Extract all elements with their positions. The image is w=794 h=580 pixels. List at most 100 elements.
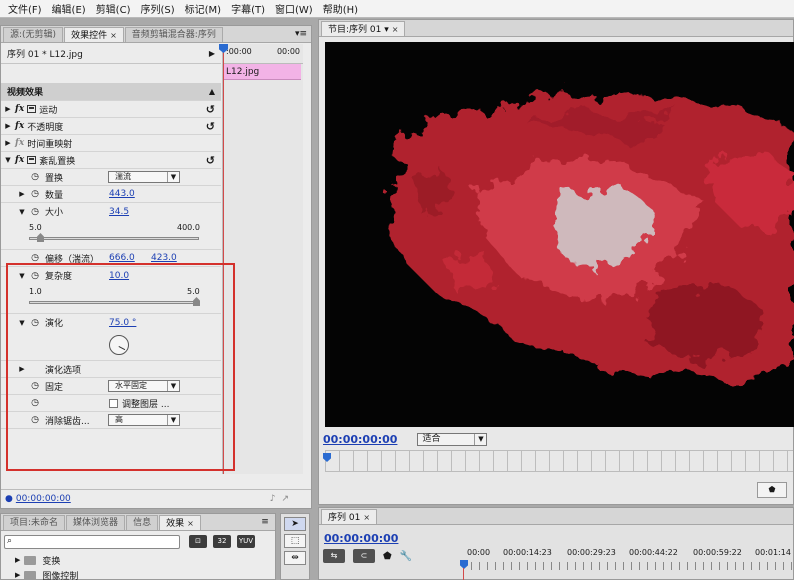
ripple-edit-tool-icon[interactable]: ⇹ (284, 551, 306, 565)
tab-media-browser[interactable]: 媒体浏览器 (66, 515, 126, 530)
effects-search-input[interactable]: ⌕ (4, 535, 180, 549)
stopwatch-icon[interactable]: ◷ (29, 253, 41, 263)
playhead-icon[interactable] (323, 453, 331, 462)
expand-triangle-icon[interactable]: ▶ (1, 105, 15, 113)
menu-sequence[interactable]: 序列(S) (135, 1, 179, 16)
zoom-fit-dropdown[interactable]: 适合 ▼ (417, 432, 488, 446)
collapse-triangle-icon[interactable]: ▼ (15, 319, 29, 327)
linked-selection-icon[interactable]: ⊂ (353, 549, 375, 563)
clip-bar[interactable]: L12.jpg (223, 64, 301, 80)
expand-triangle-icon[interactable]: ▶ (15, 365, 29, 373)
accelerated-effects-icon[interactable]: ⊡ (189, 535, 207, 548)
32bit-effects-icon[interactable]: 32 (213, 535, 231, 548)
sequence-time-ruler[interactable]: 00:00 00:00:14:23 00:00:29:23 00:00:44:2… (460, 548, 794, 580)
effect-timecode[interactable]: 00:00:00:00 (16, 494, 71, 504)
add-marker-icon[interactable]: ⬟ (383, 551, 392, 562)
program-time-ruler[interactable] (323, 450, 793, 472)
chevron-down-icon[interactable]: ▾ (384, 25, 389, 35)
displacement-dropdown[interactable]: 湍流 ▼ (108, 171, 180, 183)
video-preview[interactable] (325, 42, 794, 427)
stopwatch-icon[interactable]: ◷ (29, 381, 41, 391)
close-icon[interactable]: × (187, 519, 194, 528)
tab-effect-controls[interactable]: 效果控件 × (64, 27, 124, 42)
stopwatch-icon[interactable]: ◷ (29, 189, 41, 199)
stopwatch-icon[interactable]: ◷ (29, 398, 41, 408)
resize-layer-checkbox[interactable] (109, 398, 118, 408)
panel-menu-icon[interactable]: ≡ (255, 515, 275, 530)
fx-icon[interactable]: fx (15, 104, 24, 114)
offset-y-value[interactable]: 423.0 (151, 253, 177, 263)
close-icon[interactable]: × (110, 31, 117, 40)
stopwatch-icon[interactable]: ◷ (29, 172, 41, 182)
fx-icon[interactable]: fx (15, 155, 24, 165)
pinning-dropdown[interactable]: 水平固定 ▼ (108, 380, 180, 392)
fx-icon[interactable]: fx (15, 138, 24, 148)
footer-icons[interactable]: ♪↗ (270, 494, 295, 504)
size-slider-thumb[interactable] (37, 233, 44, 242)
effect-time-remap[interactable]: ▶ fx 时间重映射 (1, 135, 221, 152)
play-triangle-icon[interactable]: ▶ (209, 49, 215, 58)
folder-item-image-control[interactable]: ▶ 图像控制 (15, 568, 78, 580)
expand-triangle-icon[interactable]: ▶ (15, 571, 20, 579)
tab-audio-clip-mixer[interactable]: 音频剪辑混合器:序列 (124, 27, 223, 42)
effect-timeline[interactable]: :00:00 00:00 L12.jpg (219, 44, 303, 474)
program-timecode[interactable]: 00:00:00:00 (323, 433, 397, 446)
playhead-line[interactable] (219, 44, 228, 474)
reset-icon[interactable]: ↺ (206, 120, 215, 133)
stopwatch-icon[interactable]: ◷ (29, 271, 41, 281)
menu-help[interactable]: 帮助(H) (318, 1, 363, 16)
tab-info[interactable]: 信息 (126, 515, 159, 530)
collapse-triangle-icon[interactable]: ▲ (209, 87, 215, 96)
amount-value[interactable]: 443.0 (109, 189, 135, 199)
wrench-icon[interactable]: 🔧 (400, 551, 412, 562)
size-slider-track[interactable] (29, 237, 199, 240)
expand-triangle-icon[interactable]: ▶ (15, 556, 20, 564)
expand-triangle-icon[interactable]: ▶ (15, 190, 29, 198)
tab-project[interactable]: 项目:未命名 (3, 515, 66, 530)
track-select-tool-icon[interactable]: ⬚ (284, 534, 306, 548)
reset-icon[interactable]: ↺ (206, 154, 215, 167)
evolution-dial[interactable] (109, 335, 129, 355)
evolution-value[interactable]: 75.0 ° (109, 318, 136, 328)
selection-tool-icon[interactable]: ➤ (284, 517, 306, 531)
effect-motion[interactable]: ▶ fx 运动 ↺ (1, 101, 221, 118)
antialias-dropdown[interactable]: 高 ▼ (108, 414, 180, 426)
yuv-effects-icon[interactable]: YUV (237, 535, 255, 548)
menu-file[interactable]: 文件(F) (3, 1, 47, 16)
collapse-triangle-icon[interactable]: ▼ (1, 156, 15, 164)
complexity-slider-track[interactable] (29, 301, 199, 304)
menu-title[interactable]: 字幕(T) (226, 1, 270, 16)
collapse-triangle-icon[interactable]: ▼ (15, 208, 29, 216)
size-value[interactable]: 34.5 (109, 207, 129, 217)
tab-sequence[interactable]: 序列 01 × (321, 509, 378, 524)
playhead-line[interactable] (463, 568, 464, 580)
folder-item-transform[interactable]: ▶ 变换 (15, 553, 60, 567)
tab-program[interactable]: 节目:序列 01 ▾ × (321, 21, 406, 36)
effect-turbulent-displace[interactable]: ▼ fx 紊乱置换 ↺ (1, 152, 221, 169)
marker-button[interactable]: ⬟ (757, 482, 787, 498)
panel-menu-icon[interactable]: ▾≡ (291, 27, 311, 42)
stopwatch-icon[interactable]: ◷ (29, 318, 41, 328)
fx-icon[interactable]: fx (15, 121, 24, 131)
tab-effects[interactable]: 效果 × (159, 515, 201, 530)
menu-clip[interactable]: 剪辑(C) (91, 1, 136, 16)
stopwatch-icon[interactable]: ◷ (29, 415, 41, 425)
complexity-value[interactable]: 10.0 (109, 271, 129, 281)
reset-icon[interactable]: ↺ (206, 103, 215, 116)
effect-opacity[interactable]: ▶ fx 不透明度 ↺ (1, 118, 221, 135)
effect-timeline-ruler[interactable]: :00:00 00:00 (223, 44, 303, 64)
expand-triangle-icon[interactable]: ▶ (1, 122, 15, 130)
stopwatch-icon[interactable]: ◷ (29, 207, 41, 217)
sequence-timecode[interactable]: 00:00:00:00 (324, 532, 398, 545)
close-icon[interactable]: × (363, 513, 370, 522)
snap-icon[interactable]: ⇆ (323, 549, 345, 563)
complexity-slider-thumb[interactable] (193, 297, 200, 306)
tab-source[interactable]: 源:(无剪辑) (3, 27, 64, 42)
expand-triangle-icon[interactable]: ▶ (1, 139, 15, 147)
collapse-triangle-icon[interactable]: ▼ (15, 272, 29, 280)
menu-window[interactable]: 窗口(W) (270, 1, 318, 16)
close-icon[interactable]: × (392, 25, 399, 34)
offset-x-value[interactable]: 666.0 (109, 253, 135, 263)
menu-edit[interactable]: 编辑(E) (47, 1, 91, 16)
menu-marker[interactable]: 标记(M) (180, 1, 226, 16)
